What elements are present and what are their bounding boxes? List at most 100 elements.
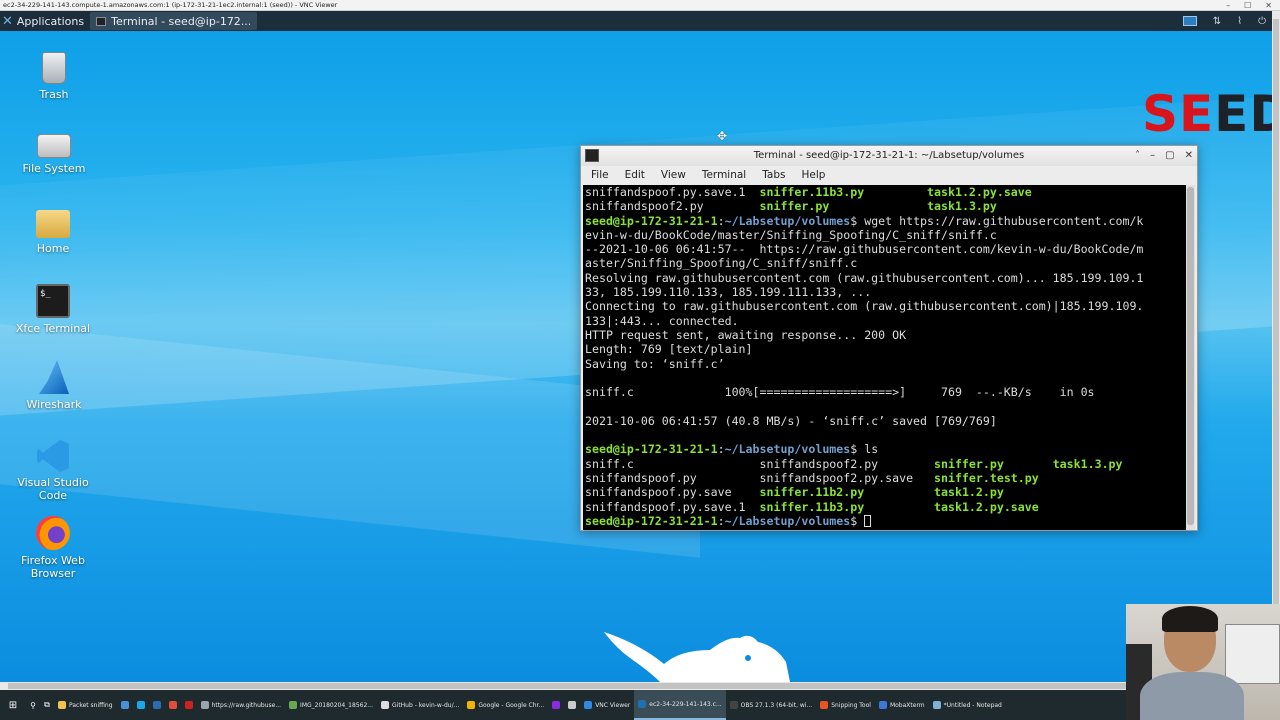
terminal-text: sniff.c 100%[===================>] 769 -… [585,385,1095,400]
app-icon [120,701,129,709]
desktop-icon-xfce-terminal[interactable]: $_ Xfce Terminal [8,284,98,335]
taskbar-item[interactable] [133,690,149,720]
terminal-text: task1.2.py.save [934,499,1039,514]
terminal-line: 133|:443... connected. [585,314,1184,328]
taskbar-item[interactable] [149,690,165,720]
vnc-close-button[interactable]: ✕ [1265,0,1272,10]
power-icon[interactable]: ⏻ [1258,16,1266,27]
taskbar-item-label: ec2-34-229-141-143.c... [649,700,722,708]
terminal-text: 2021-10-06 06:41:57 (40.8 MB/s) - ‘sniff… [585,413,997,428]
menu-terminal[interactable]: Terminal [702,166,746,185]
vnc-horizontal-scrollbar[interactable] [0,682,1272,690]
terminal-scrollbar[interactable] [1186,185,1195,530]
vnc-titlebar: ec2-34-229-141-143.compute-1.amazonaws.c… [0,0,1280,11]
desktop-icon-trash[interactable]: Trash [9,52,99,101]
terminal-close-button[interactable]: ✕ [1185,146,1193,166]
terminal-titlebar[interactable]: Terminal - seed@ip-172-31-21-1: ~/Labset… [581,146,1197,166]
menu-edit[interactable]: Edit [625,166,645,185]
taskbar-item[interactable]: GitHub - kevin-w-du/... [377,690,463,720]
terminal-maximize-button[interactable]: ▢ [1165,146,1174,166]
terminal-line: sniff.c sniffandspoof2.py sniffer.py tas… [585,457,1184,471]
terminal-text: sniffer.py [934,456,1004,471]
taskbar-item[interactable] [548,690,564,720]
desktop-icon-firefox[interactable]: Firefox Web Browser [8,516,98,580]
taskbar-item[interactable]: IMG_20180204_18562... [285,690,377,720]
desktop-icon-vscode[interactable]: Visual Studio Code [8,440,98,502]
terminal-text: task1.3.py [1052,456,1123,471]
vnc-maximize-button[interactable]: ☐ [1244,0,1251,10]
terminal-line: 2021-10-06 06:41:57 (40.8 MB/s) - ‘sniff… [585,414,1184,428]
system-tray: ⇅ ⌇ ⏻ [1182,11,1266,31]
workspace-switcher-icon[interactable] [1182,16,1197,26]
terminal-text: Resolving raw.githubusercontent.com (raw… [585,270,1144,285]
terminal-text: seed@ip-172-31-21-1 [585,513,718,528]
vnc-vertical-scrollbar[interactable] [1272,11,1280,682]
menu-view[interactable]: View [661,166,686,185]
terminal-shade-button[interactable]: ˄ [1135,146,1140,166]
terminal-window[interactable]: Terminal - seed@ip-172-31-21-1: ~/Labset… [580,145,1198,531]
vscode-icon [37,440,69,472]
taskbar-item[interactable]: Packet sniffing [54,690,117,720]
taskbar-item[interactable] [564,690,580,720]
taskbar-item[interactable] [117,690,133,720]
xfce-logo-icon: ✕ [2,13,13,29]
taskbar-item-label: MobaXterm [889,701,925,709]
taskbar-item[interactable]: OBS 27.1.3 (64-bit, wi... [726,690,817,720]
taskbar-item[interactable]: Snipping Tool [816,690,875,720]
terminal-text: seed@ip-172-31-21-1 [585,213,718,228]
desktop-icon-wireshark[interactable]: Wireshark [9,360,99,411]
taskbar-item[interactable]: ec2-34-229-141-143.c... [634,690,726,720]
terminal-line: Connecting to raw.githubusercontent.com … [585,299,1184,313]
desktop-icon-label: Wireshark [26,398,82,411]
search-icon[interactable]: ⚲ [26,701,40,710]
app-icon [168,701,177,709]
taskbar-item[interactable]: *Untitled - Notepad [929,690,1006,720]
applications-menu-button[interactable]: ✕ Applications [0,11,90,31]
webcam-overlay [1126,604,1280,720]
desktop-icon-home[interactable]: Home [8,206,98,255]
terminal-output[interactable]: sniffandspoof.py.save.1 sniffer.11b3.py … [583,185,1186,530]
move-cursor-icon: ✥ [717,129,728,143]
menu-file[interactable]: File [591,166,609,185]
taskbar-item[interactable]: MobaXterm [875,690,929,720]
network-icon[interactable]: ⇅ [1213,16,1221,27]
desktop-icon-label: File System [22,162,86,175]
seed-logo-letter: S [1142,90,1178,138]
taskbar-item[interactable] [165,690,181,720]
keyboard-icon[interactable]: ⌇ [1237,16,1242,27]
desktop-icon-file-system[interactable]: File System [9,128,99,175]
terminal-line: sniffandspoof.py.save.1 sniffer.11b3.py … [585,500,1184,514]
terminal-text: $ ls [850,442,879,457]
terminal-text: : [717,513,725,528]
terminal-line: Resolving raw.githubusercontent.com (raw… [585,271,1184,285]
taskbar-terminal-label: Terminal - seed@ip-172... [111,14,252,28]
taskbar-item[interactable]: VNC Viewer [580,690,634,720]
wireshark-icon [39,360,69,394]
task-view-icon[interactable]: ⧉ [40,700,54,710]
vnc-minimize-button[interactable]: – [1226,0,1230,10]
terminal-line: HTTP request sent, awaiting response... … [585,328,1184,342]
app-icon [820,701,829,709]
windows-taskbar: ⊞ ⚲ ⧉ Packet sniffing https://raw.githubu… [0,690,1126,720]
terminal-line: aster/Sniffing_Spoofing/C_sniff/sniff.c [585,256,1184,270]
terminal-text: $ wget https://raw.githubusercontent.com… [850,213,1144,228]
taskbar-terminal-button[interactable]: Terminal - seed@ip-172... [90,12,258,30]
terminal-minimize-button[interactable]: – [1150,146,1155,166]
menu-tabs[interactable]: Tabs [762,166,785,185]
terminal-text: sniffer.11b2.py [759,485,865,500]
app-icon [136,701,145,709]
taskbar-item[interactable]: https://raw.githubuse... [197,690,286,720]
app-icon [932,701,941,709]
taskbar-item-label: Google - Google Chr... [478,701,545,709]
terminal-text: task1.2.py [934,485,1004,500]
app-icon [152,701,161,709]
terminal-text: sniffandspoof.py.save.1 [585,499,760,514]
terminal-text: task1.3.py [927,199,997,214]
windows-start-icon[interactable]: ⊞ [0,700,26,711]
menu-help[interactable]: Help [801,166,825,185]
taskbar-item[interactable] [181,690,197,720]
taskbar-item[interactable]: Google - Google Chr... [463,690,548,720]
terminal-text: sniff.c sniffandspoof2.py [585,456,935,471]
app-icon [584,701,593,709]
